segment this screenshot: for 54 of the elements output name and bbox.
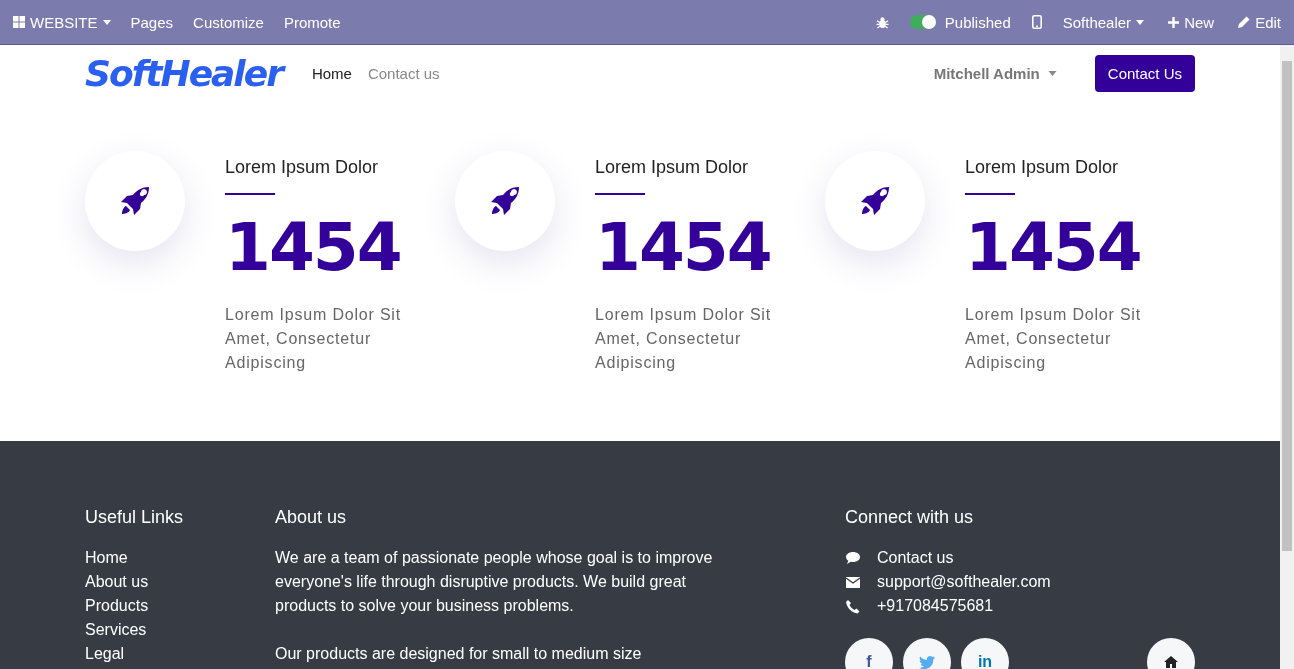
social-button[interactable]: in bbox=[961, 638, 1009, 669]
stat-title: Lorem Ipsum Dolor bbox=[225, 157, 380, 178]
admin-menu-item[interactable]: Customize bbox=[190, 13, 267, 31]
contact-us-button[interactable]: Contact Us bbox=[1094, 54, 1195, 92]
rocket-icon bbox=[489, 185, 521, 217]
social-button[interactable]: f bbox=[845, 638, 893, 669]
contact-link[interactable]: Contact us bbox=[877, 549, 954, 567]
stat-value: 1454 bbox=[225, 213, 402, 283]
stat-title: Lorem Ipsum Dolor bbox=[595, 157, 750, 178]
contact-link[interactable]: support@softhealer.com bbox=[877, 573, 1051, 591]
caret-icon bbox=[1047, 70, 1057, 76]
toggle-switch[interactable] bbox=[909, 15, 936, 29]
footer-heading: Useful Links bbox=[85, 507, 185, 528]
website-menu[interactable]: WEBSITE bbox=[10, 13, 114, 31]
footer-heading: Connect with us bbox=[845, 507, 975, 528]
scrollbar[interactable] bbox=[1280, 45, 1294, 669]
footer-link[interactable]: About us bbox=[85, 570, 275, 594]
about-paragraph: Our products are designed for small to medium size bbox=[275, 644, 643, 664]
envelope-icon bbox=[845, 574, 861, 590]
contact-link[interactable]: +917084575681 bbox=[877, 597, 994, 615]
stat-description: Lorem Ipsum Dolor Sit Amet, Consectetur Adipiscing bbox=[595, 305, 772, 373]
nav-link[interactable]: Home bbox=[311, 64, 352, 82]
admin-menu-item[interactable]: Pages bbox=[127, 13, 177, 31]
plus-icon bbox=[1168, 16, 1180, 28]
stat-value: 1454 bbox=[965, 213, 1142, 283]
stat-description: Lorem Ipsum Dolor Sit Amet, Consectetur Adipiscing bbox=[225, 305, 402, 373]
footer-link[interactable]: Home bbox=[85, 546, 275, 570]
caret-icon bbox=[1136, 19, 1145, 25]
bug-icon bbox=[875, 15, 889, 29]
stat-value: 1454 bbox=[595, 213, 772, 283]
footer-heading: About us bbox=[275, 507, 348, 528]
footer-link[interactable]: Legal bbox=[85, 642, 275, 666]
stat-description: Lorem Ipsum Dolor Sit Amet, Consectetur Adipiscing bbox=[965, 305, 1142, 373]
new-button[interactable]: New bbox=[1165, 13, 1218, 31]
stat-title: Lorem Ipsum Dolor bbox=[965, 157, 1120, 178]
footer-link[interactable]: Products bbox=[85, 594, 275, 618]
nav-link[interactable]: Contact us bbox=[367, 64, 440, 82]
phone-icon bbox=[845, 598, 861, 614]
house-icon bbox=[1164, 656, 1178, 668]
about-paragraph: We are a team of passionate people whose goal is to improve everyone's life through disruptive products. We build great products to solve your business problems. bbox=[275, 548, 714, 616]
user-menu[interactable]: Mitchell Admin bbox=[927, 63, 1063, 83]
footer-link[interactable]: Services bbox=[85, 618, 275, 642]
scrollbar-thumb[interactable] bbox=[1282, 61, 1292, 551]
pencil-icon bbox=[1238, 16, 1251, 28]
rocket-icon bbox=[859, 185, 891, 217]
chat-bubble-icon bbox=[845, 550, 861, 566]
mobile-icon bbox=[1031, 15, 1042, 29]
rocket-icon bbox=[119, 185, 151, 217]
published-toggle[interactable]: Published bbox=[906, 13, 1014, 31]
grid-icon bbox=[13, 16, 25, 28]
edit-button[interactable]: Edit bbox=[1235, 13, 1284, 31]
admin-menu-item[interactable]: Promote bbox=[280, 13, 344, 31]
company-dropdown[interactable]: Softhealer bbox=[1059, 13, 1148, 31]
caret-icon bbox=[102, 19, 111, 25]
